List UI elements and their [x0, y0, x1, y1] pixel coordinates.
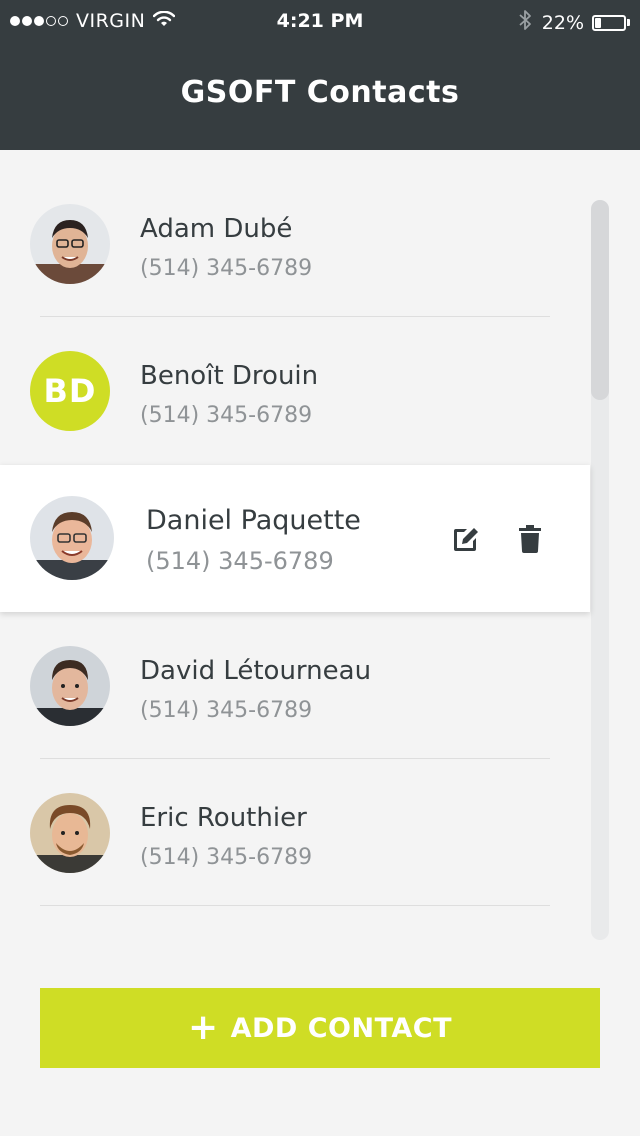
trash-icon[interactable] — [514, 523, 546, 555]
contact-phone: (514) 345-6789 — [140, 256, 313, 281]
avatar-photo-daniel-paquette — [30, 496, 114, 580]
plus-icon: + — [187, 1007, 219, 1048]
avatar-photo-adam-dube — [30, 204, 110, 284]
avatar — [30, 646, 110, 726]
contact-phone: (514) 345-6789 — [140, 698, 313, 723]
divider — [40, 905, 550, 906]
status-bar: VIRGIN 4:21 PM 22% — [0, 0, 640, 44]
page-title: GSOFT Contacts — [180, 75, 460, 110]
contact-row-daniel-paquette[interactable]: Daniel Paquette (514) 345-6789 — [0, 465, 590, 612]
add-contact-button[interactable]: + ADD CONTACT — [40, 988, 600, 1068]
scrollbar-track[interactable] — [591, 200, 609, 940]
contact-row-adam-dube[interactable]: Adam Dubé (514) 345-6789 — [0, 170, 590, 317]
avatar — [30, 793, 110, 873]
bluetooth-icon — [518, 9, 532, 36]
contact-name: Eric Routhier — [140, 803, 307, 833]
scrollbar-thumb[interactable] — [591, 200, 609, 400]
edit-icon[interactable] — [450, 523, 482, 555]
contact-row-david-letourneau[interactable]: David Létourneau (514) 345-6789 — [0, 612, 590, 759]
contact-row-eric-routhier[interactable]: Eric Routhier (514) 345-6789 — [0, 759, 590, 906]
contact-phone: (514) 345-6789 — [140, 845, 313, 870]
contact-row-benoit-drouin[interactable]: BD Benoît Drouin (514) 345-6789 — [0, 317, 590, 464]
battery-level — [595, 17, 601, 28]
contact-phone: (514) 345-6789 — [146, 547, 334, 575]
avatar — [30, 496, 114, 580]
app-header: VIRGIN 4:21 PM 22% GSOFT Contacts — [0, 0, 640, 150]
add-contact-label: ADD CONTACT — [230, 1012, 453, 1044]
battery-tip — [627, 19, 630, 26]
avatar-photo-david-letourneau — [30, 646, 110, 726]
avatar-photo-eric-routhier — [30, 793, 110, 873]
battery-icon — [592, 14, 626, 31]
contact-phone: (514) 345-6789 — [140, 403, 313, 428]
contact-name: David Létourneau — [140, 656, 372, 686]
contact-name: Adam Dubé — [140, 214, 293, 244]
avatar — [30, 204, 110, 284]
battery-percentage: 22% — [541, 11, 584, 34]
avatar-initials: BD — [30, 351, 110, 431]
contact-name: Daniel Paquette — [146, 505, 361, 536]
status-right: 22% — [518, 9, 630, 36]
contact-name: Benoît Drouin — [140, 361, 319, 391]
